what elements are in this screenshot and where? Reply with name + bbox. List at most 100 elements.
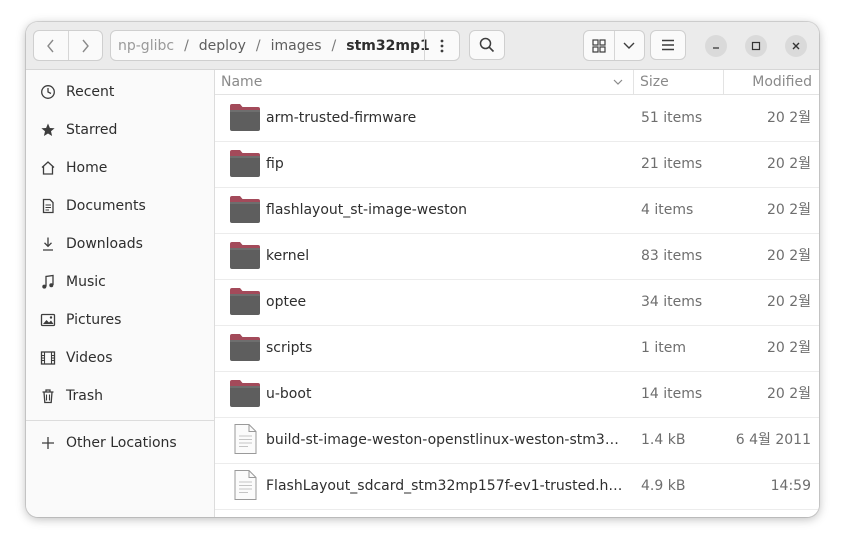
- column-header-modified[interactable]: Modified: [752, 70, 812, 94]
- sidebar-item-downloads[interactable]: Downloads: [26, 225, 214, 263]
- file-row[interactable]: FlashLayout_sdcard_stm32mp157f-ev1-trust…: [215, 463, 819, 510]
- sidebar-item-documents[interactable]: Documents: [26, 187, 214, 225]
- main-menu-button[interactable]: [650, 30, 686, 60]
- file-size: 34 items: [641, 294, 703, 310]
- file-name: FlashLayout_sdcard_stm32mp157f-ev1-trust…: [266, 478, 626, 494]
- folder-icon: [229, 331, 261, 363]
- forward-button[interactable]: [69, 31, 103, 60]
- file-name: optee: [266, 294, 307, 310]
- file-modified: 20 2월: [766, 340, 811, 356]
- path-menu-button[interactable]: [424, 31, 459, 60]
- sidebar-item-label: Videos: [66, 350, 113, 366]
- music-icon: [39, 273, 57, 291]
- file-manager-window: np-glibc / deploy / images / stm32mp1 Re…: [26, 22, 819, 517]
- search-icon: [479, 37, 495, 53]
- file-modified: 6 4월 2011: [735, 432, 811, 448]
- column-divider: [633, 70, 634, 94]
- sidebar-item-label: Home: [66, 160, 108, 176]
- sidebar-item-videos[interactable]: Videos: [26, 339, 214, 377]
- file-row[interactable]: optee 34 items 20 2월: [215, 279, 819, 326]
- file-row[interactable]: flashlayout_st-image-weston 4 items 20 2월: [215, 187, 819, 234]
- column-header-row: Name Size Modified: [215, 70, 819, 95]
- file-size: 1.4 kB: [641, 432, 686, 448]
- file-row[interactable]: kernel 83 items 20 2월: [215, 233, 819, 280]
- file-size: 21 items: [641, 156, 703, 172]
- clock-icon: [39, 83, 57, 101]
- pictures-icon: [39, 311, 57, 329]
- file-row[interactable]: u-boot 14 items 20 2월: [215, 371, 819, 418]
- file-name: fip: [266, 156, 284, 172]
- grid-view-button[interactable]: [584, 31, 615, 60]
- sort-chevron-down-icon: [613, 79, 623, 85]
- star-icon: [39, 121, 57, 139]
- breadcrumb-item[interactable]: deploy: [197, 38, 248, 54]
- sidebar-item-label: Trash: [66, 388, 103, 404]
- column-header-name[interactable]: Name: [221, 70, 262, 94]
- breadcrumb: np-glibc / deploy / images / stm32mp1: [116, 38, 432, 54]
- file-name: arm-trusted-firmware: [266, 110, 417, 126]
- text-file-icon: [229, 423, 261, 455]
- sidebar-item-trash[interactable]: Trash: [26, 377, 214, 415]
- file-name: kernel: [266, 248, 310, 264]
- file-name: flashlayout_st-image-weston: [266, 202, 468, 218]
- sidebar-item-label: Downloads: [66, 236, 143, 252]
- folder-icon: [229, 147, 261, 179]
- column-header-size[interactable]: Size: [640, 70, 669, 94]
- sidebar-divider: [26, 420, 214, 421]
- file-row[interactable]: arm-trusted-firmware 51 items 20 2월: [215, 95, 819, 142]
- breadcrumb-item[interactable]: np-glibc: [116, 38, 176, 54]
- sidebar-item-label: Pictures: [66, 312, 122, 328]
- file-modified: 20 2월: [766, 202, 811, 218]
- trash-icon: [39, 387, 57, 405]
- home-icon: [39, 159, 57, 177]
- sidebar-item-label: Other Locations: [66, 435, 177, 451]
- sidebar: Recent Starred Home Documents Downloads …: [26, 70, 215, 517]
- maximize-icon: [751, 41, 761, 51]
- sidebar-item-music[interactable]: Music: [26, 263, 214, 301]
- breadcrumb-separator: /: [255, 37, 261, 54]
- close-button[interactable]: [785, 35, 807, 57]
- download-icon: [39, 235, 57, 253]
- file-name: u-boot: [266, 386, 312, 402]
- file-size: 83 items: [641, 248, 703, 264]
- file-modified: 20 2월: [766, 248, 811, 264]
- search-button[interactable]: [469, 30, 505, 60]
- file-size: 1 item: [641, 340, 686, 356]
- chevron-left-icon: [46, 39, 54, 52]
- breadcrumb-separator: /: [331, 37, 337, 54]
- sidebar-item-label: Recent: [66, 84, 115, 100]
- video-icon: [39, 349, 57, 367]
- view-options-button[interactable]: [615, 31, 645, 60]
- breadcrumb-item[interactable]: images: [269, 38, 324, 54]
- document-icon: [39, 197, 57, 215]
- maximize-button[interactable]: [745, 35, 767, 57]
- file-row[interactable]: build-st-image-weston-openstlinux-weston…: [215, 417, 819, 464]
- minimize-button[interactable]: [705, 35, 727, 57]
- kebab-menu-icon: [440, 39, 444, 52]
- grid-icon: [592, 38, 606, 53]
- column-divider: [723, 70, 724, 94]
- sidebar-item-pictures[interactable]: Pictures: [26, 301, 214, 339]
- minimize-icon: [713, 47, 719, 49]
- sidebar-item-other-locations[interactable]: Other Locations: [26, 424, 214, 462]
- back-button[interactable]: [34, 31, 69, 60]
- sidebar-item-recent[interactable]: Recent: [26, 73, 214, 111]
- file-size: 14 items: [641, 386, 703, 402]
- folder-icon: [229, 193, 261, 225]
- folder-icon: [229, 285, 261, 317]
- file-row[interactable]: scripts 1 item 20 2월: [215, 325, 819, 372]
- close-icon: [792, 42, 800, 50]
- sidebar-item-starred[interactable]: Starred: [26, 111, 214, 149]
- chevron-right-icon: [82, 39, 90, 52]
- chevron-down-icon: [623, 42, 635, 49]
- breadcrumb-separator: /: [184, 37, 189, 54]
- file-modified: 20 2월: [766, 156, 811, 172]
- file-modified: 20 2월: [766, 110, 811, 126]
- file-list: Name Size Modified arm-trusted-firmware 5…: [215, 70, 819, 517]
- file-size: 51 items: [641, 110, 703, 126]
- file-row[interactable]: fip 21 items 20 2월: [215, 141, 819, 188]
- plus-icon: [39, 434, 57, 452]
- breadcrumb-current[interactable]: stm32mp1: [344, 38, 431, 54]
- sidebar-item-home[interactable]: Home: [26, 149, 214, 187]
- path-bar: np-glibc / deploy / images / stm32mp1: [110, 30, 460, 61]
